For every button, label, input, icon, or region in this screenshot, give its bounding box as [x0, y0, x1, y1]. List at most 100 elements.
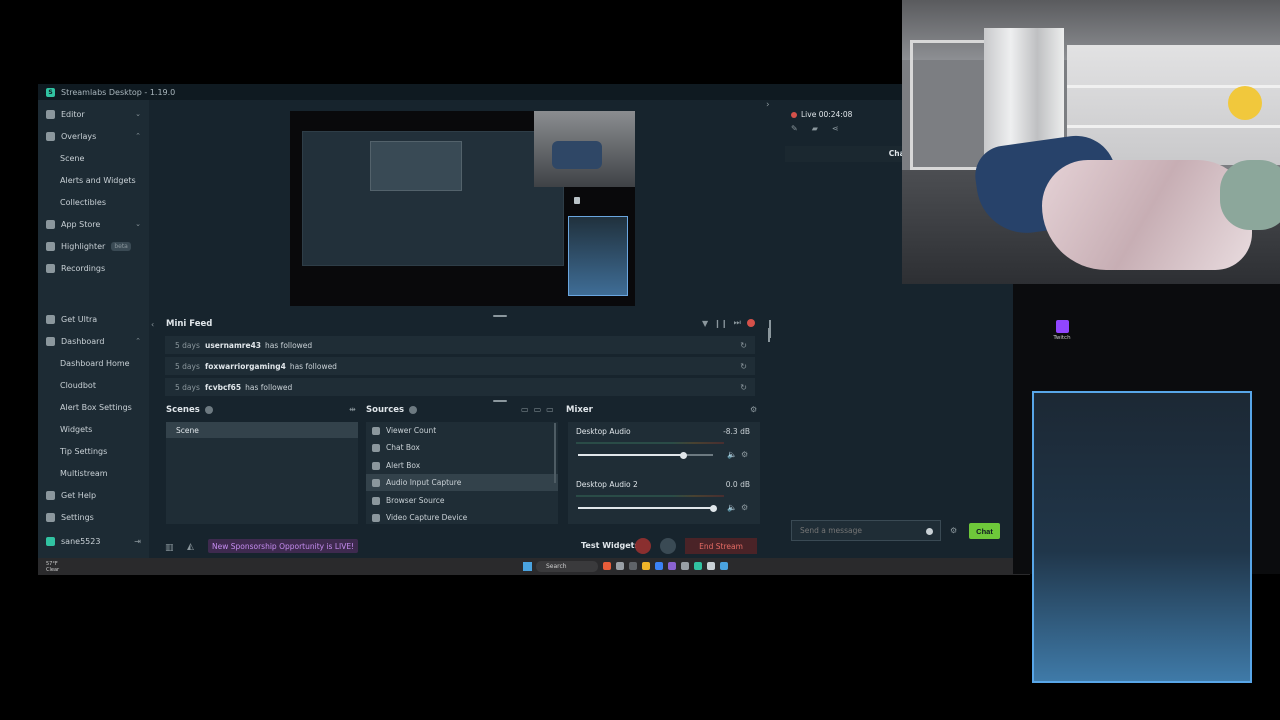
scene-item[interactable]: Scene — [166, 422, 358, 438]
replay-buffer-button[interactable] — [660, 538, 676, 554]
windows-start-icon[interactable] — [523, 562, 532, 571]
app-icon[interactable] — [629, 562, 637, 570]
mixer-channel-name: Desktop Audio 2 — [576, 480, 638, 489]
group-icon[interactable]: ▭ — [534, 405, 542, 414]
gear-icon[interactable]: ⚙ — [950, 526, 957, 535]
webcam-feed — [902, 0, 1280, 284]
mute-alerts-icon[interactable] — [746, 319, 755, 327]
gear-icon[interactable]: ⚙ — [741, 450, 748, 459]
weather-widget[interactable]: 57°F Clear — [46, 561, 66, 573]
twitch-desktop-shortcut[interactable]: Twitch — [1050, 320, 1074, 348]
dashboard-icon[interactable]: ▰ — [812, 124, 818, 133]
ai-assistant-icon[interactable]: ◭ — [187, 542, 194, 552]
logout-icon[interactable]: ⇥ — [134, 537, 141, 546]
app-icon[interactable] — [694, 562, 702, 570]
sidebar-item-settings[interactable]: Settings — [38, 507, 149, 527]
volume-slider-knob[interactable] — [709, 504, 717, 512]
app-icon[interactable] — [720, 562, 728, 570]
source-item[interactable]: Video Capture Device — [366, 509, 558, 524]
skip-icon[interactable]: ⏭ — [734, 318, 741, 328]
sidebar-item-collectibles[interactable]: Collectibles — [38, 192, 149, 212]
filter-icon[interactable]: ▼ — [702, 319, 708, 328]
sidebar-item-alerts-and-widgets[interactable]: Alerts and Widgets — [38, 170, 149, 190]
send-chat-button[interactable]: Chat — [969, 523, 1000, 539]
sidebar-item-highlighter[interactable]: Highlighter beta — [38, 236, 149, 256]
sidebar-item-multistream[interactable]: Multistream — [38, 463, 149, 483]
replay-icon[interactable]: ↻ — [740, 362, 747, 371]
user-account[interactable]: sane5523 ⇥ — [38, 533, 149, 549]
sidebar-item-editor[interactable]: Editor ⌄ — [38, 104, 149, 124]
chevron-left-icon[interactable]: ‹ — [151, 320, 154, 329]
source-item[interactable]: Chat Box — [366, 439, 558, 456]
stream-preview[interactable] — [290, 111, 635, 306]
sources-header: Sources — [366, 405, 418, 415]
sidebar-item-app-store[interactable]: App Store ⌄ — [38, 214, 149, 234]
globe-icon — [372, 496, 380, 505]
resize-handle[interactable] — [493, 315, 507, 317]
sidebar-item-widgets[interactable]: Widgets — [38, 419, 149, 439]
sidebar-item-recordings[interactable]: Recordings — [38, 258, 149, 278]
app-icon[interactable] — [681, 562, 689, 570]
recordings-icon — [46, 263, 55, 273]
app-icon[interactable] — [707, 562, 715, 570]
scenes-header: Scenes — [166, 405, 213, 415]
emoji-icon[interactable] — [926, 528, 933, 535]
stats-icon[interactable]: ▥ — [165, 543, 174, 553]
window-title: Streamlabs Desktop - 1.19.0 — [61, 87, 176, 97]
eye-icon — [372, 426, 380, 435]
sources-scrollbar[interactable] — [554, 423, 556, 483]
test-widgets-label: Test Widgets — [581, 541, 640, 550]
chat-toolbar: ✎ ▰ ⋖ — [791, 124, 839, 133]
volume-slider-fill — [578, 454, 684, 456]
sidebar-item-scene[interactable]: Scene — [38, 148, 149, 168]
gear-icon[interactable]: ⚙ — [750, 405, 757, 414]
add-scene-icon[interactable] — [204, 406, 213, 414]
app-icon[interactable] — [603, 562, 611, 570]
share-icon[interactable]: ⋖ — [832, 124, 839, 133]
chat-message-input[interactable] — [791, 520, 941, 541]
sidebar-item-dashboard[interactable]: Dashboard ⌃ — [38, 331, 149, 351]
sidebar-item-get-help[interactable]: Get Help — [38, 485, 149, 505]
browser-icon[interactable] — [655, 562, 663, 570]
mixer-channel-db: -8.3 dB — [723, 427, 750, 436]
app-icon[interactable] — [668, 562, 676, 570]
volume-slider-fill — [578, 507, 713, 509]
chevron-right-icon[interactable]: › — [766, 100, 770, 110]
folder-icon[interactable]: ▭ — [521, 405, 529, 414]
folder-icon[interactable] — [642, 562, 650, 570]
sidebar-item-alert-box-settings[interactable]: Alert Box Settings — [38, 397, 149, 417]
editor-area: › ‹ Mini Feed ▼ ❙❙ ⏭ 5 days usernamre43 … — [149, 100, 774, 560]
replay-icon[interactable]: ↻ — [740, 383, 747, 392]
source-item[interactable]: Viewer Count — [366, 422, 558, 439]
sidebar-item-tip-settings[interactable]: Tip Settings — [38, 441, 149, 461]
webcam-shelf — [910, 40, 985, 170]
sidebar-item-dashboard-home[interactable]: Dashboard Home — [38, 353, 149, 373]
sidebar-item-get-ultra[interactable]: Get Ultra — [38, 309, 149, 329]
sponsorship-banner[interactable]: New Sponsorship Opportunity is LIVE! — [208, 539, 359, 553]
volume-meter — [576, 442, 724, 444]
record-button[interactable] — [635, 538, 651, 554]
speaker-icon[interactable]: 🔈 — [727, 450, 737, 459]
source-item[interactable]: Alert Box — [366, 457, 558, 474]
app-icon[interactable] — [616, 562, 624, 570]
transition-icon[interactable]: ⇹ — [349, 405, 356, 414]
resize-handle[interactable] — [493, 400, 507, 402]
edit-icon[interactable]: ✎ — [791, 124, 798, 133]
gear-icon[interactable]: ⚙ — [741, 503, 748, 512]
end-stream-button[interactable]: End Stream — [685, 538, 757, 554]
taskbar-search[interactable]: Search — [536, 561, 598, 572]
chat-scrollbar[interactable] — [769, 320, 771, 338]
source-item[interactable]: Browser Source — [366, 492, 558, 509]
add-folder-icon[interactable]: ▭ — [546, 405, 554, 414]
add-source-icon[interactable] — [409, 406, 418, 414]
sidebar-item-cloudbot[interactable]: Cloudbot — [38, 375, 149, 395]
sidebar-item-overlays[interactable]: Overlays ⌃ — [38, 126, 149, 146]
replay-icon[interactable]: ↻ — [740, 341, 747, 350]
mixer-header: Mixer — [566, 405, 593, 415]
live-status: Live 00:24:08 — [791, 110, 852, 119]
source-item[interactable]: Audio Input Capture — [366, 474, 558, 491]
speaker-icon[interactable]: 🔈 — [727, 503, 737, 512]
microphone-icon — [372, 478, 380, 487]
pause-icon[interactable]: ❙❙ — [714, 319, 727, 328]
volume-slider-knob[interactable] — [679, 451, 687, 459]
